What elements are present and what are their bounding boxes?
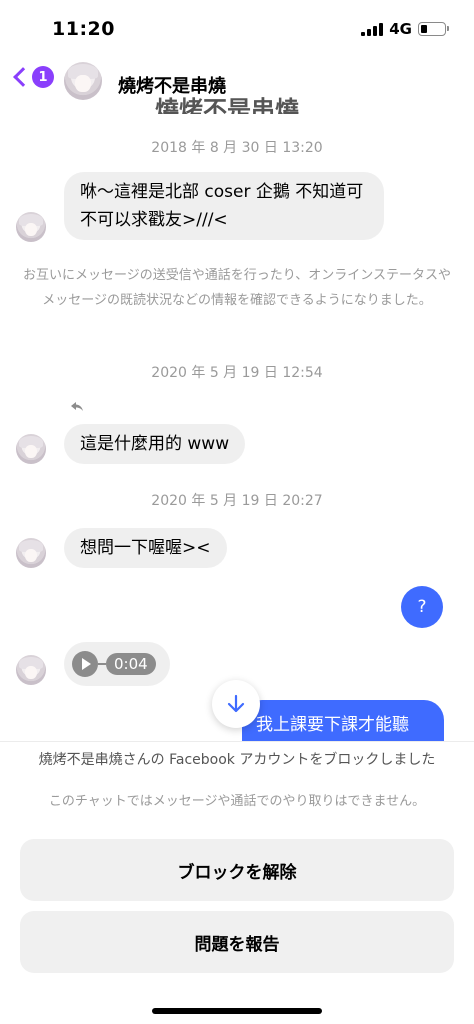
reply-icon: [71, 402, 83, 411]
play-icon[interactable]: [72, 651, 98, 677]
blocked-panel: 燒烤不是串燒さんの Facebook アカウントをブロックしました このチャット…: [0, 741, 474, 1024]
message-bubble[interactable]: 咻～這裡是北部 coser 企鵝 不知道可不可以求戳友>///<: [64, 172, 384, 240]
blocked-subtitle: このチャットではメッセージや通話でのやり取りはできません。: [48, 794, 426, 809]
status-bar: 11:20 4G: [0, 0, 474, 58]
sender-avatar[interactable]: [16, 655, 46, 685]
contact-avatar[interactable]: [64, 62, 102, 100]
blocked-title: 燒烤不是串燒さんの Facebook アカウントをブロックしました: [38, 752, 436, 768]
outgoing-message-bubble[interactable]: ?: [401, 586, 443, 628]
arrow-down-icon: [227, 694, 245, 713]
back-button[interactable]: 1: [8, 66, 54, 88]
message-bubble[interactable]: 想問一下喔喔><: [64, 528, 227, 568]
battery-icon: [418, 22, 449, 36]
chevron-left-icon: [13, 67, 33, 87]
audio-message[interactable]: 0:04: [64, 642, 170, 686]
network-type: 4G: [389, 20, 412, 38]
sender-avatar[interactable]: [16, 434, 46, 464]
message-bubble[interactable]: 這是什麼用的 www: [64, 424, 246, 464]
chat-header: 1 燒烤不是串燒: [0, 58, 474, 110]
status-time: 11:20: [52, 18, 115, 40]
home-indicator[interactable]: [152, 1008, 322, 1014]
sender-avatar[interactable]: [16, 212, 46, 242]
scroll-to-bottom-button[interactable]: [212, 680, 260, 728]
audio-duration: 0:04: [106, 653, 156, 675]
unread-badge: 1: [32, 66, 54, 88]
timestamp: 2018 年 8 月 30 日 13:20: [151, 140, 323, 156]
system-notice: お互いにメッセージの送受信や通話を行ったり、オンラインステータスやメッセージの既…: [23, 268, 451, 308]
signal-icon: [361, 22, 384, 36]
timestamp: 2020 年 5 月 19 日 20:27: [151, 493, 323, 509]
sender-avatar[interactable]: [16, 538, 46, 568]
unblock-button[interactable]: ブロックを解除: [20, 839, 454, 901]
status-indicators: 4G: [361, 20, 449, 38]
outgoing-message-bubble[interactable]: 我上課要下課才能聽: [242, 700, 444, 746]
contact-name[interactable]: 燒烤不是串燒: [118, 72, 226, 98]
timestamp: 2020 年 5 月 19 日 12:54: [151, 365, 323, 381]
report-problem-button[interactable]: 問題を報告: [20, 911, 454, 973]
